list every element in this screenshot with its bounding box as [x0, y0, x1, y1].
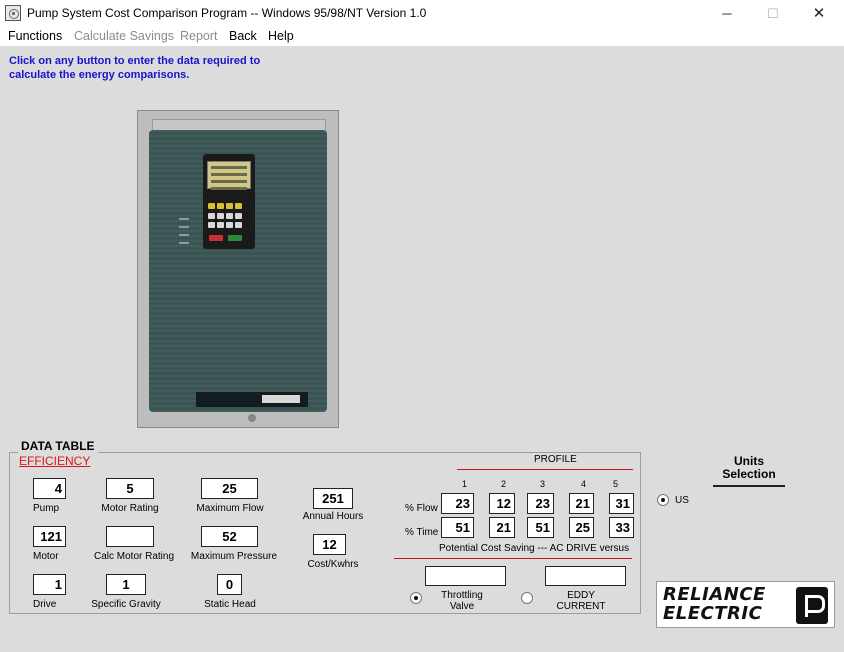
us-units-label: US — [675, 495, 689, 506]
menu-back[interactable]: Back — [229, 29, 257, 43]
cost-kwhrs-label: Cost/Kwhrs — [307, 559, 359, 570]
close-button[interactable]: ✕ — [796, 0, 842, 27]
data-table-title: DATA TABLE — [18, 439, 98, 453]
time-field-4[interactable]: 25 — [569, 517, 594, 538]
flow-field-1[interactable]: 23 — [441, 493, 474, 514]
menu-help[interactable]: Help — [268, 29, 294, 43]
drive-keypad — [203, 154, 255, 249]
pump-efficiency-field[interactable]: 4 — [33, 478, 66, 499]
throttling-valve-label: Throttling Valve — [441, 590, 483, 612]
profile-column-5: 5 — [613, 479, 619, 489]
annual-hours-field[interactable]: 251 — [313, 488, 353, 509]
flow-field-4[interactable]: 21 — [569, 493, 594, 514]
throttling-valve-radio[interactable] — [410, 592, 422, 604]
static-head-label: Static Head — [204, 599, 256, 610]
cost-kwhrs-field[interactable]: 12 — [313, 534, 346, 555]
drive-label: Drive — [33, 599, 57, 610]
maximum-pressure-label: Maximum Pressure — [190, 551, 278, 562]
maximum-pressure-field[interactable]: 52 — [201, 526, 258, 547]
drive-status-leds — [179, 218, 191, 250]
calc-motor-rating-field[interactable] — [106, 526, 154, 547]
reliance-electric-logo: RELIANCE ELECTRIC — [656, 581, 835, 628]
savings-divider — [394, 558, 632, 559]
minimize-button[interactable]: ─ — [704, 0, 750, 27]
app-icon[interactable] — [5, 5, 21, 21]
window-title: Pump System Cost Comparison Program -- W… — [27, 6, 427, 20]
logo-text: RELIANCE ELECTRIC — [663, 584, 766, 624]
motor-rating-field[interactable]: 5 — [106, 478, 154, 499]
flow-field-5[interactable]: 31 — [609, 493, 634, 514]
flow-field-3[interactable]: 23 — [527, 493, 554, 514]
annual-hours-label: Annual Hours — [302, 511, 364, 522]
savings-caption: Potential Cost Saving --- AC DRIVE versu… — [439, 543, 630, 554]
instructions-text: Click on any button to enter the data re… — [9, 55, 261, 81]
time-field-1[interactable]: 51 — [441, 517, 474, 538]
calc-motor-rating-label: Calc Motor Rating — [93, 551, 175, 562]
maximize-button[interactable]: ☐ — [750, 0, 796, 27]
flow-field-2[interactable]: 12 — [489, 493, 515, 514]
profile-divider — [457, 469, 633, 470]
menu-report[interactable]: Report — [180, 29, 218, 43]
maximum-flow-label: Maximum Flow — [196, 503, 264, 514]
motor-rating-label: Motor Rating — [101, 503, 159, 514]
menu-bar: Functions Calculate Savings Report Back … — [0, 27, 844, 46]
menu-calculate-savings[interactable]: Calculate Savings — [74, 29, 174, 43]
specific-gravity-field[interactable]: 1 — [106, 574, 146, 595]
drive-nameplate — [196, 392, 308, 407]
units-underline — [713, 485, 785, 487]
eddy-current-label: EDDY CURRENT — [556, 590, 606, 612]
time-field-3[interactable]: 51 — [527, 517, 554, 538]
motor-label: Motor — [33, 551, 59, 562]
static-head-field[interactable]: 0 — [217, 574, 242, 595]
ac-drive-image — [137, 110, 339, 428]
us-units-radio[interactable] — [657, 494, 669, 506]
menu-functions[interactable]: Functions — [8, 29, 62, 43]
units-selection-title: Units Selection — [722, 454, 776, 481]
title-bar: Pump System Cost Comparison Program -- W… — [0, 0, 844, 27]
drive-screw — [248, 414, 256, 422]
eddy-current-radio[interactable] — [521, 592, 533, 604]
flow-row-label: % Flow — [405, 503, 438, 514]
drive-display — [207, 161, 251, 190]
profile-column-1: 1 — [462, 479, 468, 489]
drive-enclosure — [149, 130, 327, 422]
time-field-2[interactable]: 21 — [489, 517, 515, 538]
profile-column-4: 4 — [581, 479, 587, 489]
time-row-label: % Time — [405, 527, 439, 538]
reliance-r-icon — [796, 587, 828, 624]
specific-gravity-label: Specific Gravity — [91, 599, 161, 610]
profile-column-2: 2 — [501, 479, 507, 489]
maximum-flow-field[interactable]: 25 — [201, 478, 258, 499]
pump-label: Pump — [33, 503, 60, 514]
eddy-current-saving-field[interactable] — [545, 566, 626, 586]
throttling-valve-saving-field[interactable] — [425, 566, 506, 586]
efficiency-link[interactable]: EFFICIENCY — [19, 454, 90, 468]
time-field-5[interactable]: 33 — [609, 517, 634, 538]
motor-efficiency-field[interactable]: 121 — [33, 526, 66, 547]
profile-title: PROFILE — [534, 454, 577, 465]
profile-column-3: 3 — [540, 479, 546, 489]
drive-efficiency-field[interactable]: 1 — [33, 574, 66, 595]
